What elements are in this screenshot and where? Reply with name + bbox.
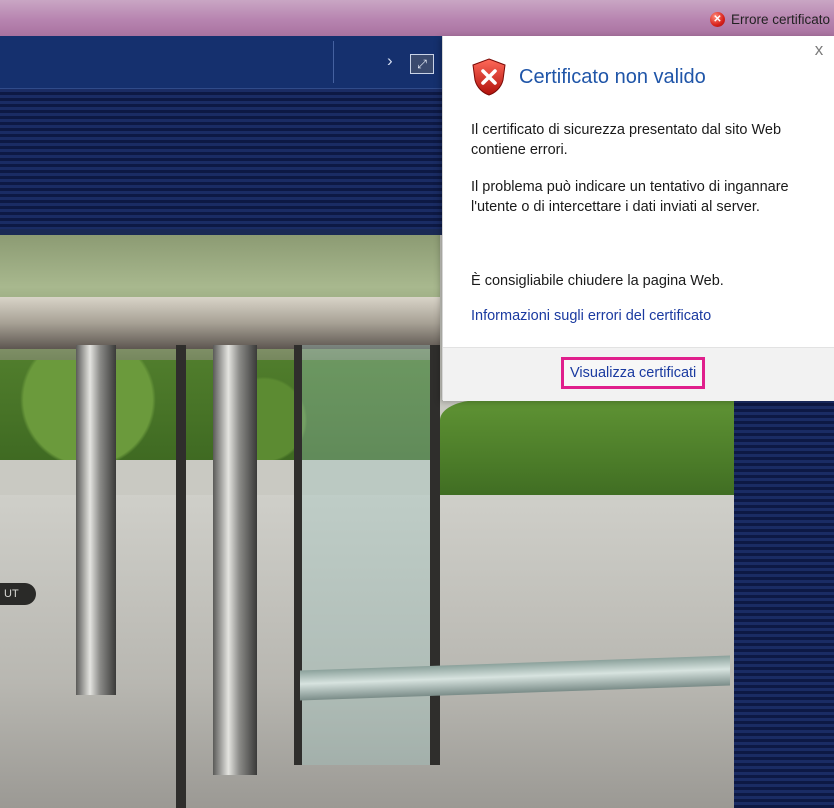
cert-error-label: Errore certificato <box>730 11 830 27</box>
shield-error-icon <box>472 58 506 96</box>
camera-door-frame <box>294 345 302 765</box>
view-certificates-button[interactable]: Visualizza certificati <box>561 357 706 389</box>
app-header-bar: › ⤢ <box>0 36 444 89</box>
chevron-right-icon[interactable]: › <box>387 51 393 71</box>
popup-message-errors: Il certificato di sicurezza presentato d… <box>471 122 782 158</box>
popup-message-advice: È consigliabile chiudere la pagina Web. <box>471 273 724 289</box>
fullscreen-icon: ⤢ <box>417 56 427 71</box>
cert-error-indicator[interactable]: ✕ Errore certificato <box>709 9 830 29</box>
camera-door-frame <box>430 345 440 765</box>
camera-door-frame <box>176 345 186 808</box>
popup-footer: Visualizza certificati <box>443 347 834 401</box>
cert-errors-info-link[interactable]: Informazioni sugli errori del certificat… <box>471 308 711 324</box>
app-side-stripes <box>734 400 834 808</box>
camera-pillar <box>76 345 116 695</box>
popup-title: Certificato non valido <box>519 65 706 88</box>
camera-hedge-right <box>440 400 734 510</box>
error-x-icon: ✕ <box>709 11 725 27</box>
camera-glass-panel <box>302 345 430 765</box>
browser-toolbar: ✕ Errore certificato <box>0 0 834 36</box>
close-icon[interactable]: x <box>811 41 827 58</box>
certificate-error-popup: x Certificato non valido Il certificato … <box>442 36 834 401</box>
camera-pillar <box>213 345 257 775</box>
header-separator <box>333 41 334 83</box>
camera-overlay-label[interactable]: UT <box>0 583 36 605</box>
popup-message-risk: Il problema può indicare un tentativo di… <box>471 179 789 215</box>
popup-header: Certificato non valido <box>471 58 706 96</box>
camera-door-header <box>0 297 440 349</box>
app-background-stripes <box>0 89 444 229</box>
fullscreen-button[interactable]: ⤢ <box>410 54 434 74</box>
